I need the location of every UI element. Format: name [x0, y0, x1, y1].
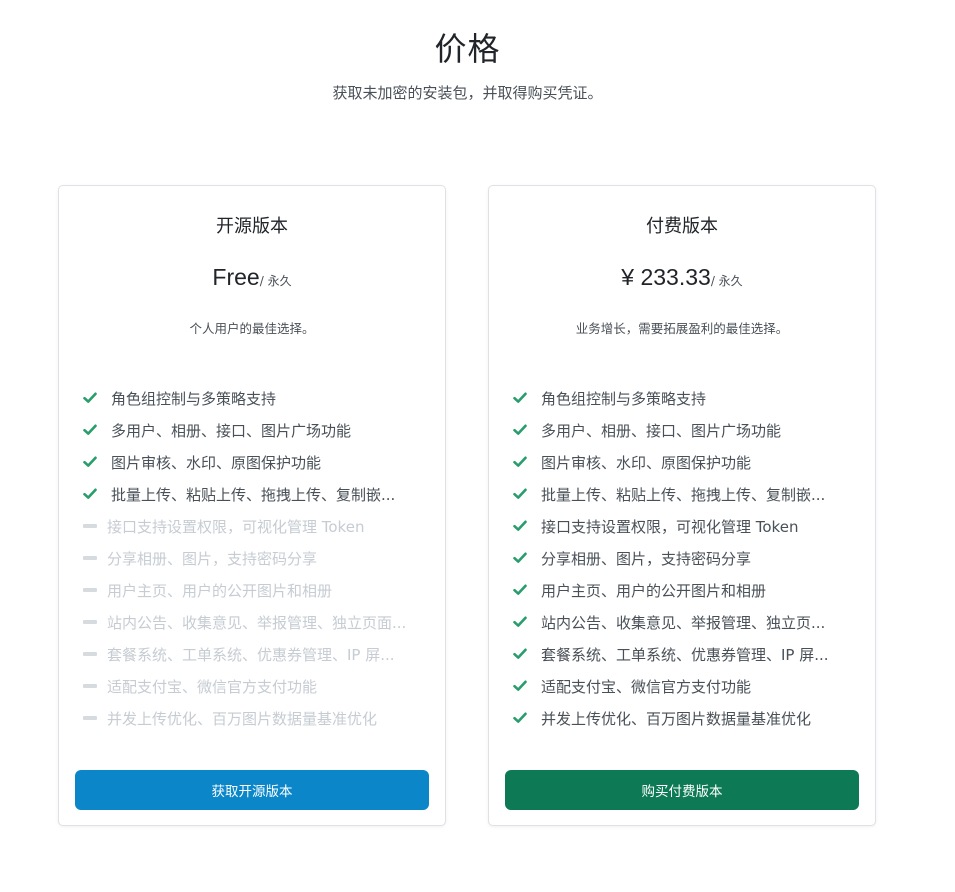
feature-item: 用户主页、用户的公开图片和相册: [513, 574, 855, 606]
dash-icon: [83, 519, 97, 533]
dash-icon: [83, 583, 97, 597]
plan-description: 个人用户的最佳选择。: [189, 321, 315, 336]
feature-label: 接口支持设置权限，可视化管理 Token: [107, 517, 365, 536]
check-icon: [83, 391, 97, 405]
check-icon: [513, 551, 527, 565]
feature-item: 并发上传优化、百万图片数据量基准优化: [513, 702, 855, 734]
feature-item: 角色组控制与多策略支持: [83, 382, 425, 414]
feature-item: 并发上传优化、百万图片数据量基准优化: [83, 702, 425, 734]
feature-item: 套餐系统、工单系统、优惠券管理、IP 屏...: [83, 638, 425, 670]
page-subtitle: 获取未加密的安装包，并取得购买凭证。: [332, 84, 603, 102]
feature-item: 角色组控制与多策略支持: [513, 382, 855, 414]
feature-item: 多用户、相册、接口、图片广场功能: [513, 414, 855, 446]
dash-icon: [83, 647, 97, 661]
feature-label: 套餐系统、工单系统、优惠券管理、IP 屏...: [541, 645, 829, 664]
feature-item: 适配支付宝、微信官方支付功能: [513, 670, 855, 702]
price-period: / 永久: [710, 274, 743, 288]
check-icon: [513, 519, 527, 533]
feature-list: 角色组控制与多策略支持多用户、相册、接口、图片广场功能 图片审核、水印、原图保护功…: [513, 382, 855, 734]
check-icon: [513, 583, 527, 597]
feature-item: 站内公告、收集意见、举报管理、独立页面...: [83, 606, 425, 638]
feature-label: 分享相册、图片，支持密码分享: [107, 549, 318, 568]
check-icon: [83, 423, 97, 437]
check-icon: [513, 615, 527, 629]
feature-label: 用户主页、用户的公开图片和相册: [541, 581, 767, 600]
check-icon: [513, 423, 527, 437]
feature-label: 适配支付宝、微信官方支付功能: [541, 677, 752, 696]
feature-item: 站内公告、收集意见、举报管理、独立页...: [513, 606, 855, 638]
feature-item: 套餐系统、工单系统、优惠券管理、IP 屏...: [513, 638, 855, 670]
buy-paid-button[interactable]: 购买付费版本: [505, 770, 859, 810]
check-icon: [513, 647, 527, 661]
feature-item: 适配支付宝、微信官方支付功能: [83, 670, 425, 702]
get-open-source-button[interactable]: 获取开源版本: [75, 770, 429, 810]
check-icon: [513, 679, 527, 693]
feature-item: 分享相册、图片，支持密码分享: [83, 542, 425, 574]
feature-label: 批量上传、粘贴上传、拖拽上传、复制嵌...: [541, 485, 826, 504]
feature-label: 站内公告、收集意见、举报管理、独立页...: [541, 613, 826, 632]
check-icon: [513, 487, 527, 501]
plan-name: 开源版本: [216, 216, 288, 237]
feature-list: 角色组控制与多策略支持多用户、相册、接口、图片广场功能 图片审核、水印、原图保护功…: [83, 382, 425, 734]
feature-label: 用户主页、用户的公开图片和相册: [107, 581, 333, 600]
plan-card-open-source: 开源版本 Free/ 永久 个人用户的最佳选择。 角色组控制与多策略支持多用户、…: [58, 185, 446, 826]
feature-label: 接口支持设置权限，可视化管理 Token: [541, 517, 799, 536]
feature-item: 接口支持设置权限，可视化管理 Token: [83, 510, 425, 542]
feature-label: 适配支付宝、微信官方支付功能: [107, 677, 318, 696]
feature-label: 站内公告、收集意见、举报管理、独立页面...: [107, 613, 407, 632]
plan-card-paid: 付费版本 ¥ 233.33/ 永久 业务增长，需要拓展盈利的最佳选择。 角色组控…: [488, 185, 876, 826]
feature-label: 角色组控制与多策略支持: [111, 389, 277, 408]
check-icon: [83, 455, 97, 469]
feature-label: 批量上传、粘贴上传、拖拽上传、复制嵌...: [111, 485, 396, 504]
check-icon: [513, 711, 527, 725]
feature-label: 并发上传优化、百万图片数据量基准优化: [541, 709, 812, 728]
plan-description: 业务增长，需要拓展盈利的最佳选择。: [575, 321, 789, 336]
page-title: 价格: [434, 30, 501, 68]
dash-icon: [83, 679, 97, 693]
feature-label: 并发上传优化、百万图片数据量基准优化: [107, 709, 378, 728]
feature-label: 多用户、相册、接口、图片广场功能: [111, 421, 352, 440]
feature-item: 多用户、相册、接口、图片广场功能: [83, 414, 425, 446]
dash-icon: [83, 615, 97, 629]
feature-item: 用户主页、用户的公开图片和相册: [83, 574, 425, 606]
feature-label: 多用户、相册、接口、图片广场功能: [541, 421, 782, 440]
plan-name: 付费版本: [646, 216, 718, 237]
plan-price: Free/ 永久: [59, 264, 445, 291]
dash-icon: [83, 551, 97, 565]
price-amount: ¥ 233.33: [621, 264, 711, 290]
check-icon: [513, 455, 527, 469]
plan-price: ¥ 233.33/ 永久: [489, 264, 875, 291]
feature-item: 图片审核、水印、原图保护功能: [83, 446, 425, 478]
feature-label: 角色组控制与多策略支持: [541, 389, 707, 408]
feature-label: 套餐系统、工单系统、优惠券管理、IP 屏...: [107, 645, 395, 664]
feature-item: 批量上传、粘贴上传、拖拽上传、复制嵌...: [513, 478, 855, 510]
check-icon: [83, 487, 97, 501]
feature-item: 批量上传、粘贴上传、拖拽上传、复制嵌...: [83, 478, 425, 510]
feature-item: 分享相册、图片，支持密码分享: [513, 542, 855, 574]
price-period: / 永久: [259, 274, 292, 288]
feature-item: 接口支持设置权限，可视化管理 Token: [513, 510, 855, 542]
feature-label: 分享相册、图片，支持密码分享: [541, 549, 752, 568]
feature-label: 图片审核、水印、原图保护功能: [111, 453, 322, 472]
dash-icon: [83, 711, 97, 725]
check-icon: [513, 391, 527, 405]
feature-label: 图片审核、水印、原图保护功能: [541, 453, 752, 472]
price-amount: Free: [212, 264, 260, 290]
feature-item: 图片审核、水印、原图保护功能: [513, 446, 855, 478]
